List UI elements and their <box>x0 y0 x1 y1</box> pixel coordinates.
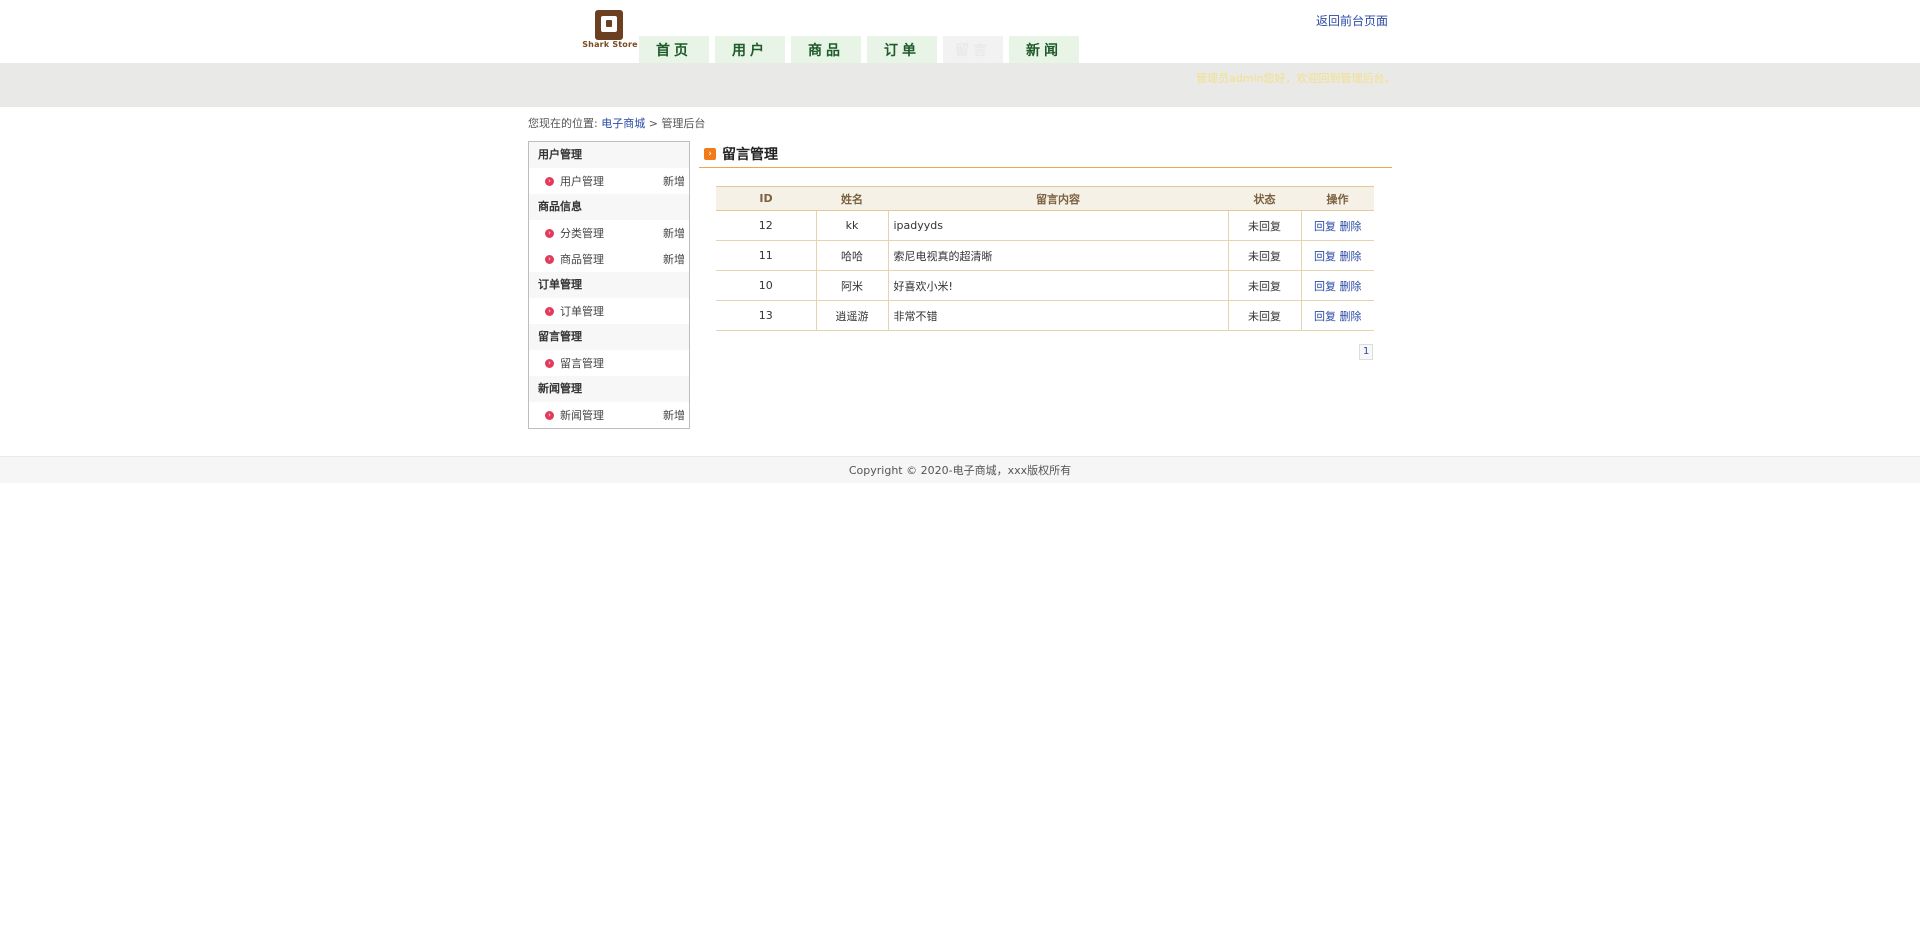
bullet-icon: › <box>545 254 554 264</box>
cell-actions: 回复 删除 <box>1300 240 1374 271</box>
arrow-icon: › <box>704 148 716 160</box>
cell-status: 未回复 <box>1227 270 1301 301</box>
breadcrumb: 您现在的位置: 电子商城 > 管理后台 <box>528 115 705 131</box>
cell-name: 哈哈 <box>815 240 888 271</box>
column-name: 姓名 <box>816 186 888 211</box>
section-header: › 留言管理 <box>699 141 1392 168</box>
breadcrumb-prefix: 您现在的位置: <box>528 117 598 130</box>
sidebar-item-label[interactable]: 订单管理 <box>560 303 685 319</box>
table-row: 13 逍遥游 非常不错 未回复 回复 删除 <box>716 300 1374 331</box>
sidebar-item-label[interactable]: 用户管理 <box>560 173 663 189</box>
cell-id: 12 <box>716 210 816 241</box>
breadcrumb-home-link[interactable]: 电子商城 <box>601 117 645 130</box>
table-row: 11 哈哈 索尼电视真的超清晰 未回复 回复 删除 <box>716 240 1374 271</box>
sidebar-item-label[interactable]: 新闻管理 <box>560 407 663 423</box>
nav-home[interactable]: 首页 <box>639 36 709 63</box>
messages-table: ID 姓名 留言内容 状态 操作 12 kk ipadyyds 未回复 回复 删… <box>716 186 1374 331</box>
sidebar-add-user-link[interactable]: 新增 <box>663 173 685 189</box>
header: Shark Store 首页 用户 商品 订单 留言 新闻 返回前台页面 <box>528 0 1392 63</box>
delete-link[interactable]: 删除 <box>1340 250 1362 263</box>
sidebar-add-news-link[interactable]: 新增 <box>663 407 685 423</box>
sidebar-group-users: 用户管理 <box>529 142 689 168</box>
bullet-icon: › <box>545 306 554 316</box>
sidebar-item-label[interactable]: 分类管理 <box>560 225 663 241</box>
bullet-icon: › <box>545 228 554 238</box>
sidebar-add-category-link[interactable]: 新增 <box>663 225 685 241</box>
nav-news[interactable]: 新闻 <box>1009 36 1079 63</box>
cell-name: 阿米 <box>815 270 888 301</box>
cell-content: ipadyyds <box>887 210 1228 241</box>
sidebar-item-user-management[interactable]: › 用户管理 新增 <box>529 168 689 194</box>
bullet-icon: › <box>545 358 554 368</box>
table-header-row: ID 姓名 留言内容 状态 操作 <box>716 186 1374 211</box>
delete-link[interactable]: 删除 <box>1340 220 1362 233</box>
cell-name: kk <box>815 210 888 241</box>
sidebar-item-label[interactable]: 商品管理 <box>560 251 663 267</box>
cell-actions: 回复 删除 <box>1300 300 1374 331</box>
cell-id: 11 <box>716 240 816 271</box>
cell-status: 未回复 <box>1227 210 1301 241</box>
sidebar-item-message-management[interactable]: › 留言管理 <box>529 350 689 376</box>
column-status: 状态 <box>1228 186 1301 211</box>
main-content: › 留言管理 ID 姓名 留言内容 状态 操作 12 kk ipadyyds 未… <box>699 141 1392 360</box>
welcome-text: 管理员admin您好，欢迎回到管理后台。 <box>1196 72 1396 85</box>
cell-content: 索尼电视真的超清晰 <box>887 240 1228 271</box>
delete-link[interactable]: 删除 <box>1340 310 1362 323</box>
column-actions: 操作 <box>1301 186 1374 211</box>
nav-users[interactable]: 用户 <box>715 36 785 63</box>
sidebar-item-label[interactable]: 留言管理 <box>560 355 685 371</box>
footer: Copyright © 2020-电子商城，xxx版权所有 <box>0 456 1920 483</box>
status-bar <box>0 63 1920 107</box>
bullet-icon: › <box>545 176 554 186</box>
cell-id: 13 <box>716 300 816 331</box>
main-nav: 首页 用户 商品 订单 留言 新闻 <box>639 36 1079 63</box>
delete-link[interactable]: 删除 <box>1340 280 1362 293</box>
sidebar-add-product-link[interactable]: 新增 <box>663 251 685 267</box>
sidebar-group-messages: 留言管理 <box>529 324 689 350</box>
cell-content: 非常不错 <box>887 300 1228 331</box>
nav-messages[interactable]: 留言 <box>943 36 1003 63</box>
sidebar-item-category-management[interactable]: › 分类管理 新增 <box>529 220 689 246</box>
table-row: 12 kk ipadyyds 未回复 回复 删除 <box>716 210 1374 241</box>
reply-link[interactable]: 回复 <box>1314 220 1336 233</box>
breadcrumb-separator: > <box>648 117 658 130</box>
column-id: ID <box>716 186 816 211</box>
sidebar-group-news: 新闻管理 <box>529 376 689 402</box>
cell-name: 逍遥游 <box>815 300 888 331</box>
cell-status: 未回复 <box>1227 240 1301 271</box>
back-to-frontend-link[interactable]: 返回前台页面 <box>1316 12 1388 29</box>
reply-link[interactable]: 回复 <box>1314 250 1336 263</box>
table-row: 10 阿米 好喜欢小米! 未回复 回复 删除 <box>716 270 1374 301</box>
sidebar: 用户管理 › 用户管理 新增 商品信息 › 分类管理 新增 › 商品管理 新增 … <box>528 141 690 429</box>
sidebar-item-news-management[interactable]: › 新闻管理 新增 <box>529 402 689 428</box>
sidebar-item-order-management[interactable]: › 订单管理 <box>529 298 689 324</box>
column-content: 留言内容 <box>888 186 1228 211</box>
cell-id: 10 <box>716 270 816 301</box>
breadcrumb-current: 管理后台 <box>661 117 706 130</box>
bullet-icon: › <box>545 410 554 420</box>
sidebar-item-product-management[interactable]: › 商品管理 新增 <box>529 246 689 272</box>
cell-actions: 回复 删除 <box>1300 210 1374 241</box>
cell-status: 未回复 <box>1227 300 1301 331</box>
sidebar-group-products: 商品信息 <box>529 194 689 220</box>
page-title: 留言管理 <box>722 147 778 163</box>
cell-content: 好喜欢小米! <box>887 270 1228 301</box>
nav-products[interactable]: 商品 <box>791 36 861 63</box>
sidebar-group-orders: 订单管理 <box>529 272 689 298</box>
nav-orders[interactable]: 订单 <box>867 36 937 63</box>
cell-actions: 回复 删除 <box>1300 270 1374 301</box>
reply-link[interactable]: 回复 <box>1314 280 1336 293</box>
pagination-page-1[interactable]: 1 <box>1359 344 1374 360</box>
reply-link[interactable]: 回复 <box>1314 310 1336 323</box>
store-logo-icon <box>595 10 623 40</box>
